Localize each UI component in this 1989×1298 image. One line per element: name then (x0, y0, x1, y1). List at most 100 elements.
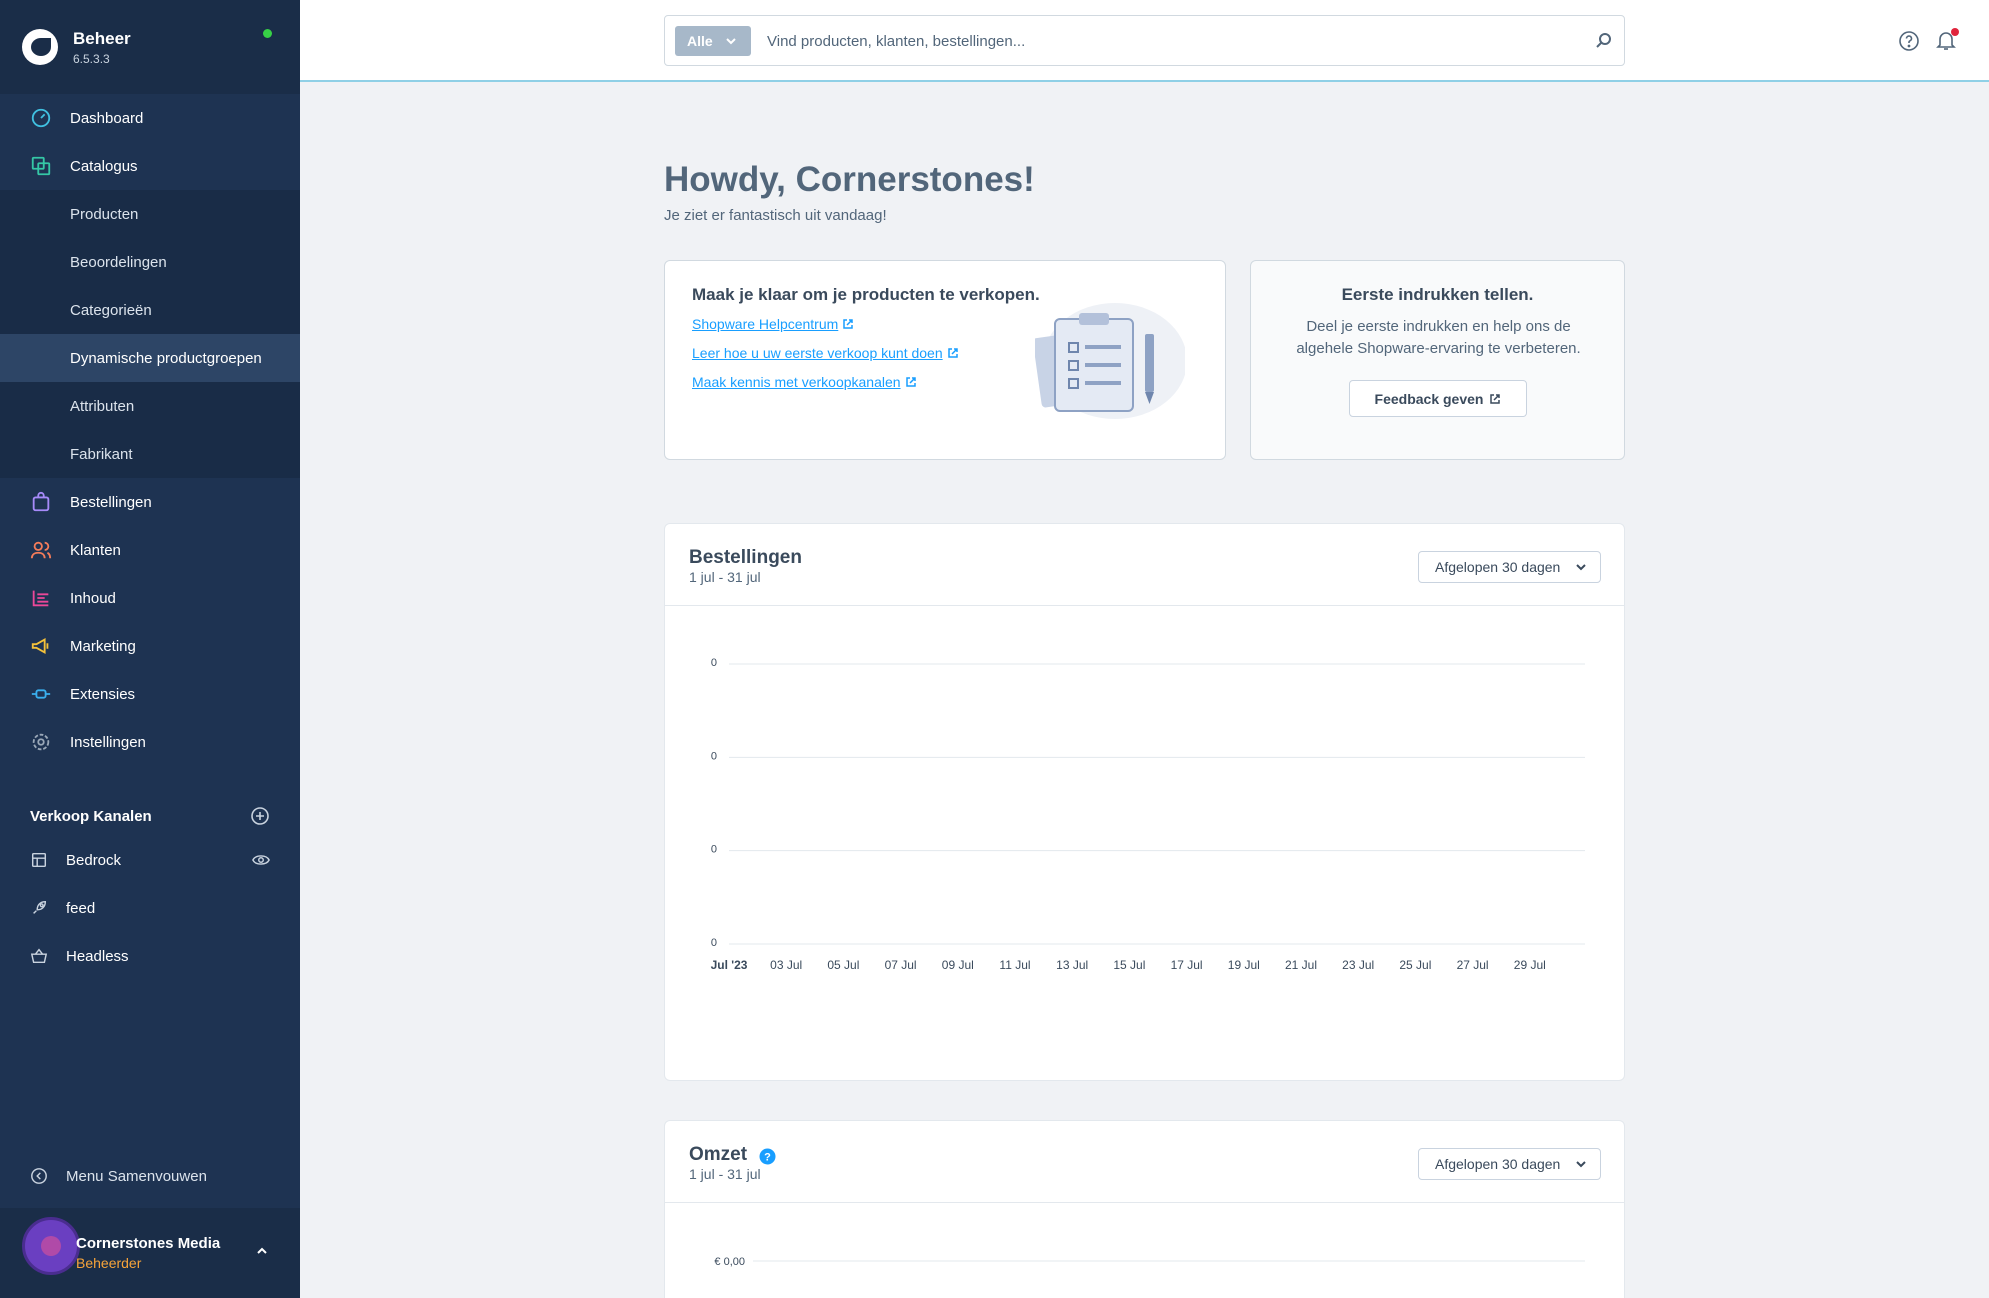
setup-card: Maak je klaar om je producten te verkope… (664, 260, 1226, 460)
search-type-label: Alle (687, 33, 713, 49)
help-icon[interactable] (1898, 30, 1920, 52)
search-type-select[interactable]: Alle (675, 26, 751, 56)
x-tick-label: 21 Jul (1285, 958, 1317, 972)
sub-item-categorieen[interactable]: Categorieën (0, 286, 300, 334)
collapse-label: Menu Samenvouwen (66, 1167, 207, 1185)
sidebar: Beheer 6.5.3.3 Dashboard Catalogus Produ… (0, 0, 300, 1298)
x-tick-label: 09 Jul (942, 958, 974, 972)
nav-item-klanten[interactable]: Klanten (0, 526, 300, 574)
link-helpcentrum[interactable]: Shopware Helpcentrum (692, 316, 854, 332)
channel-item-feed[interactable]: feed (0, 884, 300, 932)
nav-item-inhoud[interactable]: Inhoud (0, 574, 300, 622)
clipboard-illustration (1035, 303, 1185, 419)
search-icon[interactable] (1595, 31, 1613, 49)
nav-label: Catalogus (70, 157, 138, 175)
nav-item-instellingen[interactable]: Instellingen (0, 718, 300, 766)
link-label: Shopware Helpcentrum (692, 316, 839, 332)
nav-item-catalogus[interactable]: Catalogus (0, 142, 300, 190)
notification-badge (1951, 28, 1959, 36)
global-search: Alle (664, 15, 1625, 66)
y-tick-label: 0 (711, 657, 717, 669)
period-select-label: Afgelopen 30 dagen (1435, 1156, 1561, 1172)
period-select[interactable]: Afgelopen 30 dagen (1418, 1148, 1601, 1180)
page-title: Howdy, Cornerstones! (664, 160, 1035, 199)
chevron-up-icon[interactable] (256, 1246, 268, 1256)
period-select[interactable]: Afgelopen 30 dagen (1418, 551, 1601, 583)
sub-item-producten[interactable]: Producten (0, 190, 300, 238)
channel-item-headless[interactable]: Headless (0, 932, 300, 980)
nav-label: Instellingen (70, 733, 146, 751)
x-tick-label: 15 Jul (1113, 958, 1145, 972)
x-tick-label: 25 Jul (1399, 958, 1431, 972)
channel-item-bedrock[interactable]: Bedrock (0, 836, 300, 884)
chevron-down-icon (1576, 564, 1586, 571)
x-tick-label: 29 Jul (1514, 958, 1546, 972)
x-tick-label: 07 Jul (885, 958, 917, 972)
user-name: Cornerstones Media (76, 1235, 221, 1252)
feedback-button[interactable]: Feedback geven (1349, 380, 1527, 417)
link-eerste-verkoop[interactable]: Leer hoe u uw eerste verkoop kunt doen (692, 345, 959, 361)
info-icon[interactable]: ? (759, 1148, 776, 1165)
brand-version: 6.5.3.3 (73, 51, 110, 66)
x-tick-label: 27 Jul (1457, 958, 1489, 972)
sub-item-attributen[interactable]: Attributen (0, 382, 300, 430)
topbar: Alle (300, 0, 1989, 82)
y-tick-label: 0 (711, 937, 717, 949)
x-tick-label: 19 Jul (1228, 958, 1260, 972)
y-tick-label: 0 (711, 750, 717, 762)
nav-item-bestellingen[interactable]: Bestellingen (0, 478, 300, 526)
y-tick-label: € 0,00 (714, 1256, 745, 1268)
orders-chart-card: Bestellingen 1 jul - 31 jul Afgelopen 30… (664, 523, 1625, 1081)
nav-label: Bestellingen (70, 493, 152, 511)
chart-range: 1 jul - 31 jul (689, 569, 761, 585)
dashboard-icon (30, 107, 52, 129)
external-link-icon (843, 319, 854, 329)
basket-icon (30, 948, 48, 964)
brand-title: Beheer (73, 28, 131, 48)
sub-item-dynamische-productgroepen[interactable]: Dynamische productgroepen (0, 334, 300, 382)
orders-chart: 0 0 0 0 Jul '23 03 Jul 05 Jul 07 Jul 09 Jul 11 Ju… (711, 657, 1585, 972)
chart-range: 1 jul - 31 jul (689, 1166, 761, 1182)
page-subtitle: Je ziet er fantastisch uit vandaag! (664, 207, 887, 224)
chart-title: Bestellingen (689, 547, 802, 568)
user-role: Beheerder (76, 1255, 142, 1271)
link-label: Maak kennis met verkoopkanalen (692, 374, 901, 390)
add-sales-channel-icon[interactable] (250, 806, 270, 826)
x-tick-label: 03 Jul (770, 958, 802, 972)
y-tick-label: 0 (711, 844, 717, 856)
avatar[interactable] (22, 1217, 80, 1275)
shopware-logo (22, 29, 58, 65)
content-icon (30, 587, 52, 609)
brand-header: Beheer 6.5.3.3 (0, 0, 300, 94)
chart-title: Omzet (689, 1144, 748, 1165)
channel-label: Bedrock (66, 851, 122, 869)
nav-item-dashboard[interactable]: Dashboard (0, 94, 300, 142)
x-tick-label: 23 Jul (1342, 958, 1374, 972)
channel-label: feed (66, 899, 96, 917)
svg-text:?: ? (764, 1152, 771, 1164)
shopping-bag-icon (30, 491, 52, 513)
chevron-down-icon (1576, 1161, 1586, 1168)
storefront-icon (31, 852, 47, 868)
chart-header: Omzet ? 1 jul - 31 jul Afgelopen 30 dage… (665, 1121, 1624, 1203)
plug-icon (30, 683, 52, 705)
search-input[interactable] (767, 26, 1587, 56)
sub-item-fabrikant[interactable]: Fabrikant (0, 430, 300, 478)
channel-label: Headless (66, 947, 129, 965)
nav-item-marketing[interactable]: Marketing (0, 622, 300, 670)
x-tick-label: 05 Jul (827, 958, 859, 972)
users-icon (30, 539, 52, 561)
collapse-menu-button[interactable]: Menu Samenvouwen (0, 1154, 300, 1198)
online-status-dot (263, 29, 272, 38)
external-link-icon (1490, 393, 1501, 404)
eye-icon[interactable] (252, 853, 270, 867)
period-select-label: Afgelopen 30 dagen (1435, 559, 1561, 575)
nav-item-extensies[interactable]: Extensies (0, 670, 300, 718)
catalogus-submenu: Producten Beoordelingen Categorieën Dyna… (0, 190, 300, 478)
link-verkoopkanalen[interactable]: Maak kennis met verkoopkanalen (692, 374, 917, 390)
x-tick-label: Jul '23 (711, 958, 748, 972)
chevron-left-circle-icon (31, 1168, 47, 1184)
rocket-icon (33, 900, 47, 914)
sub-item-beoordelingen[interactable]: Beoordelingen (0, 238, 300, 286)
sales-channels-title: Verkoop Kanalen (30, 807, 152, 825)
